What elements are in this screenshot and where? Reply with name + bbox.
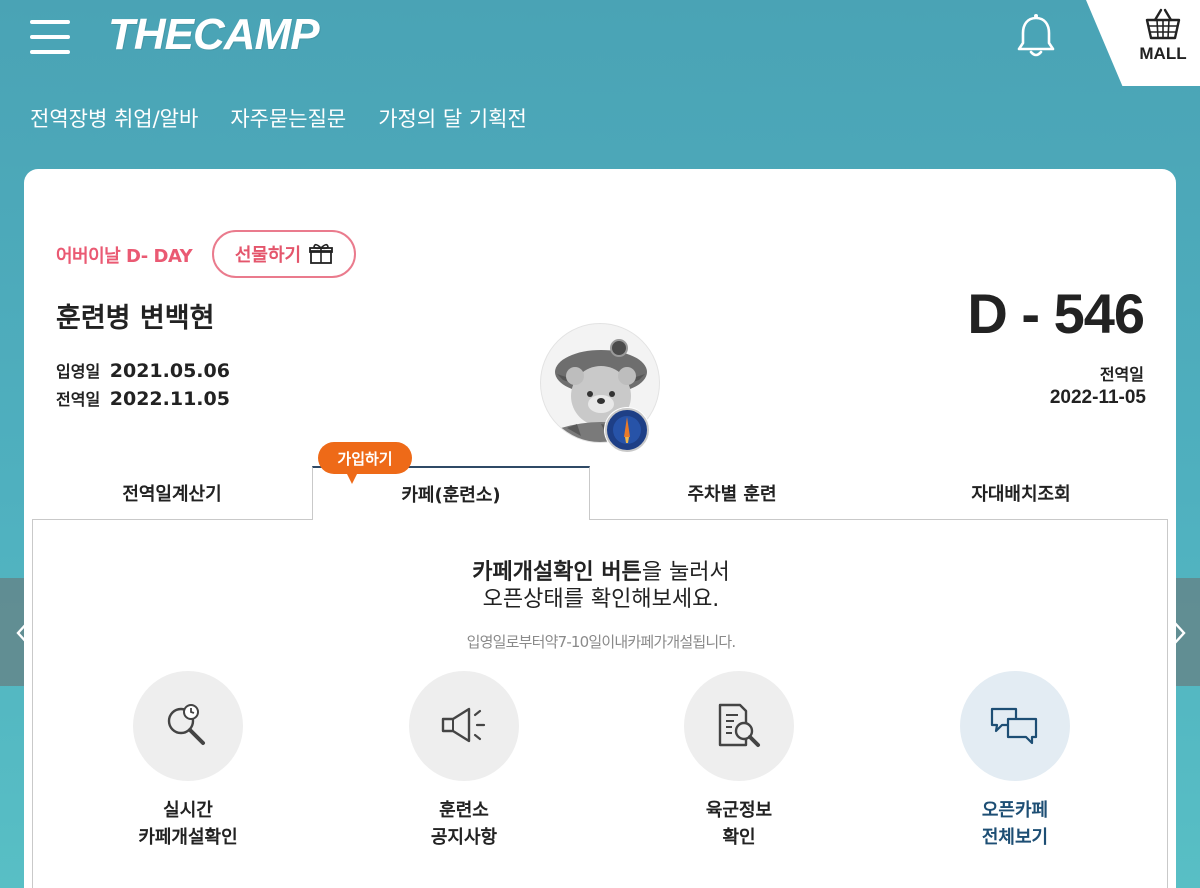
- func-3-line2: 확인: [722, 827, 756, 848]
- army-info-circle: [684, 671, 794, 781]
- nav-link-jobs[interactable]: 전역장병 취업/알바: [30, 103, 198, 133]
- d-day-counter: D - 546: [967, 282, 1145, 345]
- open-cafe-all-label: 오픈카페 전체보기: [935, 797, 1095, 851]
- join-bubble-tail: [346, 472, 358, 484]
- tab-unit-assignment[interactable]: 자대배치조회: [874, 466, 1168, 520]
- discharge-label: 전역일: [56, 390, 101, 409]
- realtime-cafe-check-circle: [133, 671, 243, 781]
- headline-bold: 카페개설확인 버튼: [472, 560, 642, 585]
- func-1-line1: 실시간: [163, 800, 213, 821]
- enlist-date: 2021.05.06: [109, 360, 230, 382]
- discharge-label-right: 전역일: [1099, 365, 1144, 384]
- nav-link-family-month[interactable]: 가정의 달 기획전: [378, 103, 527, 133]
- training-notice-button[interactable]: 훈련소 공지사항: [384, 671, 544, 851]
- enlist-label: 입영일: [56, 362, 101, 381]
- training-notice-label: 훈련소 공지사항: [384, 797, 544, 851]
- gift-button[interactable]: 선물하기: [212, 230, 356, 278]
- chat-bubbles-icon: [990, 707, 1038, 745]
- feature-tabs: 전역일계산기 카페(훈련소) 주차별 훈련 자대배치조회: [32, 466, 1168, 520]
- tab-discharge-calculator[interactable]: 전역일계산기: [32, 466, 312, 520]
- realtime-cafe-check-button[interactable]: 실시간 카페개설확인: [108, 671, 268, 851]
- app-logo[interactable]: THECAMP: [108, 10, 320, 60]
- document-search-icon: [718, 703, 760, 747]
- army-info-button[interactable]: 육군정보 확인: [659, 671, 819, 851]
- open-cafe-all-button[interactable]: 오픈카페 전체보기: [935, 671, 1095, 851]
- discharge-date: 2022.11.05: [109, 388, 230, 410]
- panel-subnote: 입영일로부터약7-10일이내카페가개설됩니다.: [466, 633, 737, 651]
- sub-navigation: 전역장병 취업/알바 자주묻는질문 가정의 달 기획전: [30, 103, 527, 133]
- bell-icon[interactable]: [1016, 12, 1056, 60]
- panel-headline: 카페개설확인 버튼을 눌러서 오픈상태를 확인해보세요.: [33, 559, 1169, 613]
- magnifier-clock-icon: [167, 704, 205, 745]
- func-4-line1: 오픈카페: [981, 800, 1049, 821]
- soldier-card: 어버이날 D- DAY 선물하기 훈련병 변백현 입영일 2021.05.06 …: [24, 169, 1176, 888]
- gift-icon: [309, 243, 334, 264]
- gift-button-label: 선물하기: [234, 245, 302, 266]
- mall-button[interactable]: MALL: [1126, 6, 1200, 76]
- headline-rest: 을 눌러서: [641, 560, 730, 585]
- discharge-date-right: 2022-11-05: [1049, 387, 1146, 408]
- nav-link-faq[interactable]: 자주묻는질문: [230, 103, 346, 133]
- basket-icon: [1145, 8, 1181, 40]
- join-bubble-button[interactable]: 가입하기: [318, 442, 412, 474]
- event-dday-label: 어버이날 D- DAY: [56, 246, 193, 267]
- func-2-line1: 훈련소: [439, 800, 489, 821]
- enlist-date-row: 입영일 2021.05.06: [56, 358, 230, 382]
- app-header: THECAMP MALL: [0, 0, 1200, 90]
- func-3-line1: 육군정보: [705, 800, 773, 821]
- tab-weekly-training[interactable]: 주차별 훈련: [590, 466, 874, 520]
- army-info-label: 육군정보 확인: [659, 797, 819, 851]
- soldier-name: 훈련병 변백현: [56, 303, 215, 334]
- training-notice-circle: [409, 671, 519, 781]
- headline-line2: 오픈상태를 확인해보세요.: [482, 587, 720, 612]
- army-badge-icon: [604, 407, 650, 453]
- discharge-date-row: 전역일 2022.11.05: [56, 386, 230, 410]
- open-cafe-all-circle: [960, 671, 1070, 781]
- mall-label: MALL: [1139, 44, 1187, 63]
- func-4-line2: 전체보기: [981, 827, 1049, 848]
- megaphone-icon: [441, 707, 486, 743]
- func-2-line2: 공지사항: [430, 827, 498, 848]
- realtime-cafe-check-label: 실시간 카페개설확인: [108, 797, 268, 851]
- cafe-panel: 카페개설확인 버튼을 눌러서 오픈상태를 확인해보세요. 입영일로부터약7-10…: [32, 519, 1168, 888]
- func-1-line2: 카페개설확인: [138, 827, 238, 848]
- menu-icon[interactable]: [30, 18, 72, 56]
